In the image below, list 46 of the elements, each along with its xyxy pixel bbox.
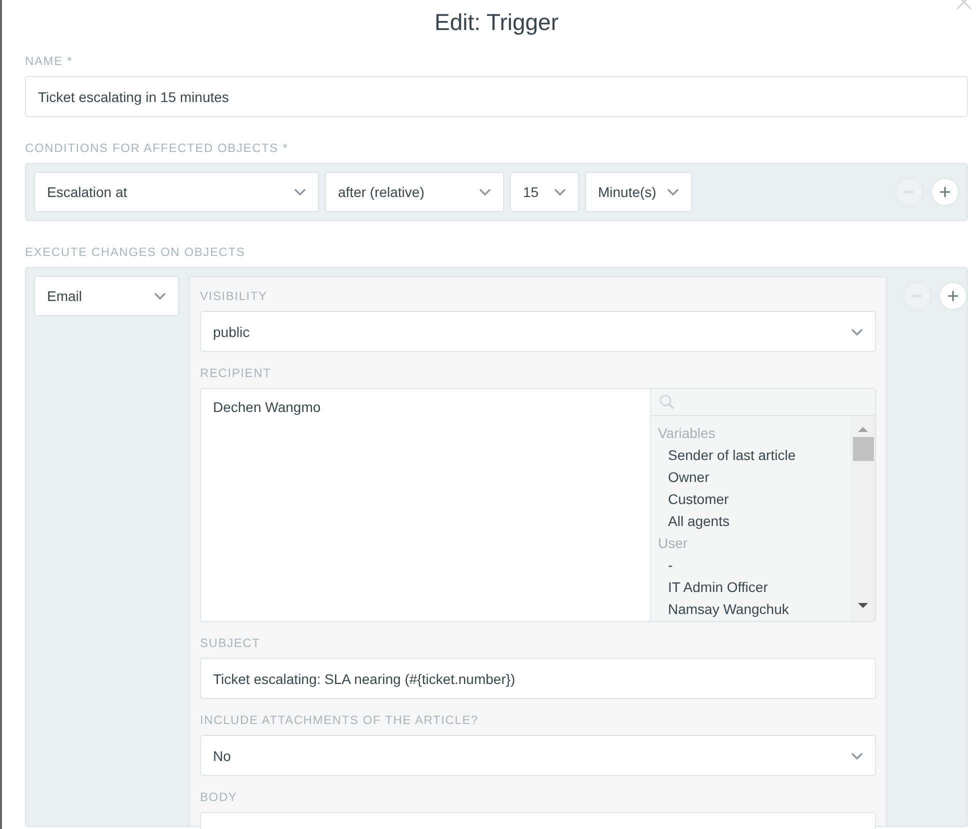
chevron-icon [554,188,566,196]
scroll-thumb[interactable] [852,437,874,461]
field-label: EXECUTE CHANGES ON OBJECTS [25,245,246,259]
select-field[interactable]: Email [34,276,179,316]
chevron-icon [294,188,306,196]
field-label: NAME * [25,54,74,68]
scrollbar[interactable] [851,416,875,621]
select-field[interactable]: No [200,735,876,776]
recipient-field[interactable]: Dechen Wangmo Variables Sender of last article Owner Customer All agents User - IT Admin Officer Namsay Wangchuk [200,388,876,622]
select-field[interactable]: after (relative) [325,172,504,212]
chevron-icon [667,188,679,196]
recipient-option[interactable]: Customer [651,488,851,510]
select-field[interactable]: Escalation at [34,172,319,212]
input-field[interactable]: Ticket escalating: SLA nearing (#{ticket.number}) [200,658,876,699]
add-button[interactable] [939,282,967,310]
select-field[interactable]: Minute(s) [585,172,692,212]
chevron-icon [851,752,863,760]
field-label: RECIPIENT [200,366,272,380]
recipient-value: Dechen Wangmo [213,399,321,415]
recipient-option[interactable]: Namsay Wangchuk [651,598,851,620]
chevron-icon [851,328,863,336]
search-icon [659,394,675,410]
body-field[interactable] [200,812,876,829]
recipient-option[interactable]: Owner [651,466,851,488]
scroll-down-icon[interactable] [858,602,868,609]
field-label: BODY [200,790,238,804]
recipient-option[interactable]: Sender of last article [651,444,851,466]
option-group-label: User [657,534,689,553]
name-field[interactable]: Ticket escalating in 15 minutes [25,76,968,117]
plus-icon [939,186,951,198]
chevron-icon [479,188,491,196]
option-group-label: Variables [657,424,716,443]
chevron-icon [154,292,166,300]
field-label: CONDITIONS FOR AFFECTED OBJECTS * [25,141,290,155]
recipient-option[interactable]: All agents [651,510,851,532]
field-label: INCLUDE ATTACHMENTS OF THE ARTICLE? [200,713,480,727]
select-field[interactable]: public [200,311,876,352]
dialog-title: Edit: Trigger [434,8,560,36]
scroll-up-icon[interactable] [858,426,868,433]
field-label: VISIBILITY [200,289,268,303]
recipient-option[interactable]: - [651,554,851,576]
field-label: SUBJECT [200,636,262,650]
recipient-option[interactable]: IT Admin Officer [651,576,851,598]
select-field[interactable]: 15 [510,172,579,212]
add-button[interactable] [931,178,959,206]
plus-icon [947,290,959,302]
